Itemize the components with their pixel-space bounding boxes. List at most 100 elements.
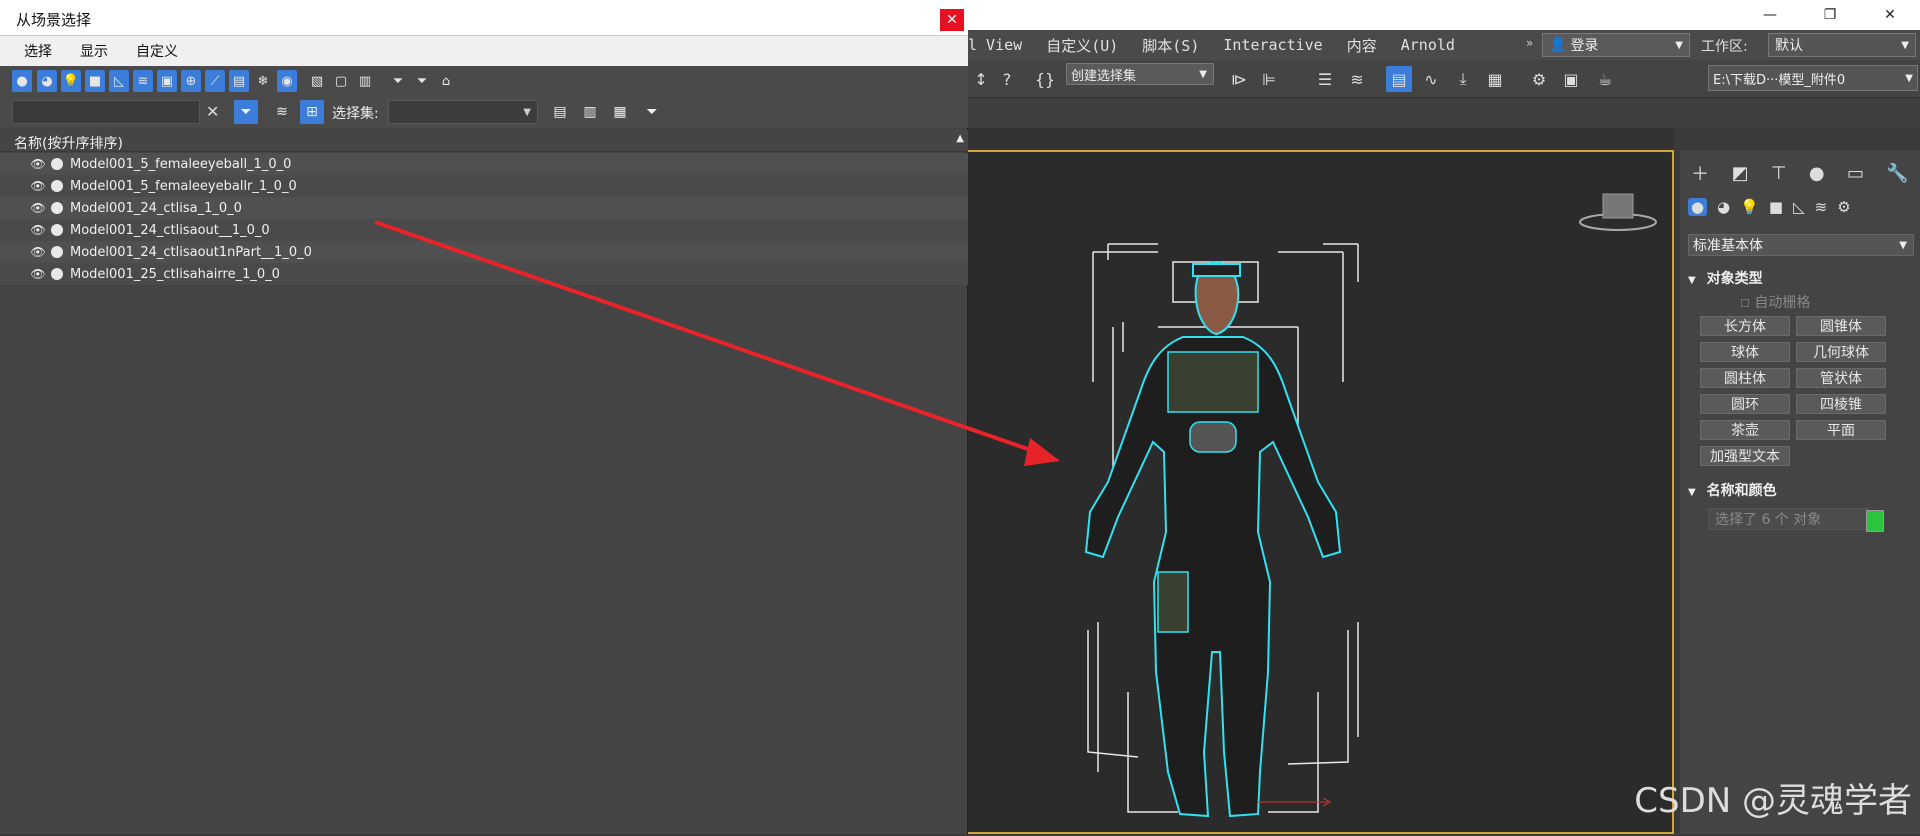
dialog-title-bar[interactable]: 从场景选择 ✕ [0, 0, 968, 36]
workspace-select[interactable]: 默认 ▼ [1768, 33, 1916, 57]
systems-icon[interactable]: ⚙ [1837, 198, 1850, 216]
display-tab-icon[interactable]: ▭ [1847, 163, 1864, 184]
display-invert-icon[interactable]: ▥ [355, 70, 375, 92]
select-none-icon[interactable]: ▥ [578, 100, 602, 124]
dialog-menu-display[interactable]: 显示 [80, 41, 108, 61]
helpers-icon[interactable]: ◺ [1793, 198, 1805, 216]
render-dot-icon[interactable] [51, 268, 63, 280]
modify-tab-icon[interactable]: ◩ [1732, 163, 1749, 184]
cameras-icon[interactable]: ■ [1769, 198, 1783, 216]
tube-button[interactable]: 管状体 [1796, 368, 1886, 388]
filter-funnel-icon[interactable]: ⏷ [412, 70, 432, 92]
list-item[interactable]: 👁Model001_5_femaleeyeballr_1_0_0 [0, 175, 968, 197]
render-setup-icon[interactable]: ⚙ [1526, 66, 1552, 92]
list-item[interactable]: 👁Model001_24_ctlisaout__1_0_0 [0, 219, 968, 241]
render-dot-icon[interactable] [51, 246, 63, 258]
eye-icon[interactable]: 👁 [30, 201, 46, 215]
menu-item-view[interactable]: l View [968, 36, 1022, 54]
ribbon-toggle-icon[interactable]: ▤ [1386, 66, 1412, 92]
filter-geometry-icon[interactable]: ● [12, 70, 32, 92]
torus-button[interactable]: 圆环 [1700, 394, 1790, 414]
mirror-icon[interactable]: ⧐ [1226, 66, 1252, 92]
snap-toggle-icon[interactable]: ↕ [968, 66, 994, 92]
rendered-frame-icon[interactable]: ▣ [1558, 66, 1584, 92]
close-icon[interactable]: ✕ [1860, 0, 1920, 30]
render-teapot-icon[interactable]: ☕ [1592, 66, 1618, 92]
list-item[interactable]: 👁Model001_24_ctlisa_1_0_0 [0, 197, 968, 219]
dialog-menu-select[interactable]: 选择 [24, 41, 52, 61]
geometry-icon[interactable]: ● [1688, 198, 1707, 216]
perspective-viewport[interactable] [968, 150, 1674, 834]
layers-icon[interactable]: ≋ [270, 100, 294, 124]
hierarchy-view-icon[interactable]: ⊞ [300, 100, 324, 124]
hierarchy-tab-icon[interactable]: ⊤ [1771, 163, 1787, 184]
curve-editor-icon[interactable]: ∿ [1418, 66, 1444, 92]
filter-helpers-icon[interactable]: ◺ [109, 70, 129, 92]
scene-explorer-icon[interactable]: ☰ [1312, 66, 1338, 92]
dialog-menu-customize[interactable]: 自定义 [136, 41, 178, 61]
plane-button[interactable]: 平面 [1796, 420, 1886, 440]
list-item[interactable]: 👁Model001_25_ctlisahairre_1_0_0 [0, 263, 968, 285]
object-type-rollout-header[interactable]: ▼ 对象类型 [1688, 268, 1763, 288]
object-name-field[interactable]: 选择了 6 个 对象 [1708, 508, 1868, 530]
render-dot-icon[interactable] [51, 180, 63, 192]
overflow-chevron-icon[interactable]: » [1526, 36, 1533, 50]
select-invert-icon[interactable]: ▦ [608, 100, 632, 124]
spinner-snap-icon[interactable]: ? [994, 66, 1020, 92]
filter-hidden-icon[interactable]: ◉ [277, 70, 297, 92]
menu-item-interactive[interactable]: Interactive [1223, 36, 1322, 54]
object-color-swatch[interactable] [1866, 510, 1884, 532]
filter-shapes-icon[interactable]: ◕ [37, 70, 57, 92]
named-selection-icon[interactable]: {} [1032, 66, 1058, 92]
sync-selection-icon[interactable]: ⏷ [640, 100, 664, 124]
login-dropdown[interactable]: 👤 登录 ▼ [1542, 33, 1690, 57]
primitive-type-dropdown[interactable]: 标准基本体 ▼ [1688, 234, 1914, 256]
viewcube-icon[interactable] [1580, 194, 1656, 230]
select-all-icon[interactable]: ▤ [548, 100, 572, 124]
sphere-button[interactable]: 球体 [1700, 342, 1790, 362]
menu-item-script[interactable]: 脚本(S) [1142, 35, 1199, 56]
dialog-close-button[interactable]: ✕ [940, 9, 964, 31]
minimize-icon[interactable]: — [1740, 0, 1800, 30]
selection-set-dropdown[interactable]: ▼ [388, 100, 538, 124]
teapot-button[interactable]: 茶壶 [1700, 420, 1790, 440]
auto-grid-checkbox[interactable]: ☐ 自动栅格 [1740, 292, 1810, 312]
eye-icon[interactable]: 👁 [30, 267, 46, 281]
filter-cameras-icon[interactable]: ■ [85, 70, 105, 92]
spacewarps-icon[interactable]: ≋ [1815, 198, 1828, 216]
list-item[interactable]: 👁Model001_24_ctlisaout1nPart__1_0_0 [0, 241, 968, 263]
align-icon[interactable]: ⊫ [1256, 66, 1282, 92]
eye-icon[interactable]: 👁 [30, 157, 46, 171]
filter-xrefs-icon[interactable]: ⊕ [181, 70, 201, 92]
shapes-icon[interactable]: ◕ [1717, 198, 1730, 216]
character-model[interactable] [1086, 262, 1340, 816]
render-dot-icon[interactable] [51, 224, 63, 236]
project-path-dropdown[interactable]: E:\下载D···模型_附件0 ▼ [1708, 65, 1918, 91]
lights-icon[interactable]: 💡 [1740, 198, 1759, 216]
clear-search-icon[interactable]: ✕ [206, 102, 219, 121]
create-tab-icon[interactable]: ＋ [1691, 160, 1709, 186]
maximize-icon[interactable]: ❐ [1800, 0, 1860, 30]
geosphere-button[interactable]: 几何球体 [1796, 342, 1886, 362]
render-dot-icon[interactable] [51, 158, 63, 170]
filter-lights-icon[interactable]: 💡 [61, 70, 81, 92]
pyramid-button[interactable]: 四棱锥 [1796, 394, 1886, 414]
eye-icon[interactable]: 👁 [30, 223, 46, 237]
utilities-tab-icon[interactable]: 🔧 [1886, 163, 1908, 184]
eye-icon[interactable]: 👁 [30, 245, 46, 259]
filter-frozen-icon[interactable]: ❄ [253, 70, 273, 92]
material-editor-icon[interactable]: ▦ [1482, 66, 1508, 92]
filter-spacewarps-icon[interactable]: ≋ [133, 70, 153, 92]
menu-item-arnold[interactable]: Arnold [1401, 36, 1455, 54]
menu-item-customize[interactable]: 自定义(U) [1046, 35, 1118, 56]
text-plus-button[interactable]: 加强型文本 [1700, 446, 1790, 466]
create-selection-set-dropdown[interactable]: 创建选择集 ▼ [1066, 63, 1214, 85]
schematic-view-icon[interactable]: ⤓ [1450, 66, 1476, 92]
display-all-icon[interactable]: ▧ [307, 70, 327, 92]
find-filter-icon[interactable]: ⏷ [234, 100, 258, 124]
display-none-icon[interactable]: ▢ [331, 70, 351, 92]
render-dot-icon[interactable] [51, 202, 63, 214]
box-button[interactable]: 长方体 [1700, 316, 1790, 336]
name-color-rollout-header[interactable]: ▼ 名称和颜色 [1688, 480, 1777, 500]
filter-containers-icon[interactable]: ▤ [229, 70, 249, 92]
